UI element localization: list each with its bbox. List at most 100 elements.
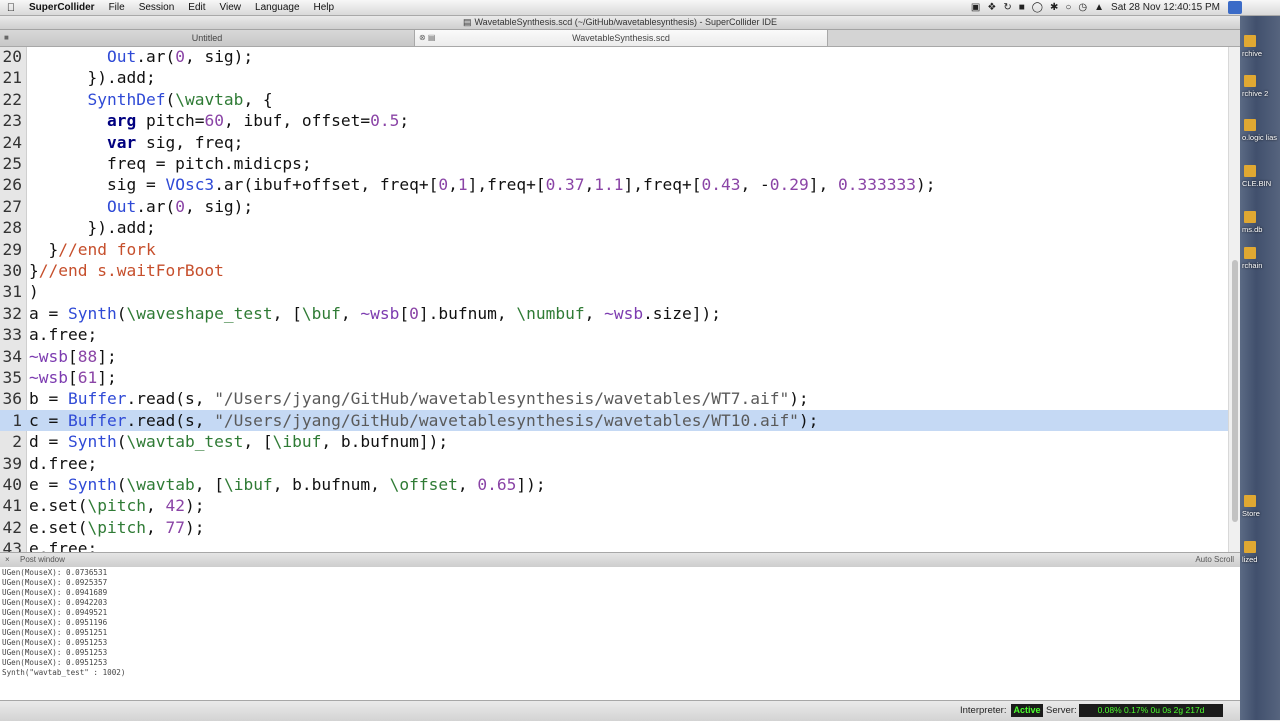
desktop-icon-label: rchive: [1242, 49, 1263, 58]
code-line[interactable]: 25 freq = pitch.midicps;: [0, 153, 1228, 174]
code-line[interactable]: 40 e = Synth(\wavtab, [\ibuf, b.bufnum, \…: [0, 474, 1228, 495]
code-line[interactable]: 23 arg pitch=60, ibuf, offset=0.5;: [0, 110, 1228, 131]
code-text[interactable]: b = Buffer.read(s, "/Users/jyang/GitHub/…: [29, 388, 809, 409]
code-line[interactable]: 20 Out.ar(0, sig);: [0, 47, 1228, 67]
code-text[interactable]: }).add;: [29, 217, 155, 238]
code-line[interactable]: 21 }).add;: [0, 67, 1228, 88]
menu-file[interactable]: File: [102, 2, 132, 13]
code-line[interactable]: 22 SynthDef(\wavtab, {: [0, 89, 1228, 110]
code-text[interactable]: Out.ar(0, sig);: [29, 196, 253, 217]
code-line[interactable]: 43 e.free;: [0, 538, 1228, 552]
code-line[interactable]: 41 e.set(\pitch, 42);: [0, 495, 1228, 516]
code-text[interactable]: d.free;: [29, 453, 97, 474]
code-text[interactable]: ~wsb[88];: [29, 346, 117, 367]
code-line[interactable]: 31): [0, 281, 1228, 302]
code-editor[interactable]: 20 Out.ar(0, sig); 21 }).add; 22 SynthDef(…: [0, 47, 1240, 552]
menu-view[interactable]: View: [213, 2, 249, 13]
server-status-badge[interactable]: 0.08% 0.17% 0u 0s 2g 217d: [1079, 704, 1223, 717]
line-number: 22: [2, 89, 23, 109]
desktop-icon[interactable]: o.logic lias: [1242, 119, 1278, 142]
line-number: 32: [2, 303, 23, 323]
code-text[interactable]: sig = VOsc3.ar(ibuf+offset, freq+[0,1],f…: [29, 174, 936, 195]
code-line[interactable]: 39 d.free;: [0, 453, 1228, 474]
tab-label: WavetableSynthesis.scd: [572, 33, 670, 43]
desktop-icon[interactable]: CLE.BIN: [1242, 165, 1278, 188]
menu-edit[interactable]: Edit: [181, 2, 212, 13]
code-text[interactable]: e.free;: [29, 538, 97, 552]
line-number: 34: [2, 346, 23, 366]
code-line[interactable]: 29 }//end fork: [0, 239, 1228, 260]
desktop-icon[interactable]: rchive: [1242, 35, 1278, 58]
code-line[interactable]: 28 }).add;: [0, 217, 1228, 238]
auto-scroll-button[interactable]: Auto Scroll: [1195, 553, 1234, 567]
code-text[interactable]: }).add;: [29, 67, 155, 88]
spotlight-icon[interactable]: [1228, 1, 1242, 14]
code-line[interactable]: 32 a = Synth(\waveshape_test, [\buf, ~wsb…: [0, 303, 1228, 324]
menu-session[interactable]: Session: [132, 2, 182, 13]
tab-close-icon[interactable]: ⊗ ▤: [419, 30, 435, 46]
code-line[interactable]: 36 b = Buffer.read(s, "/Users/jyang/GitHu…: [0, 388, 1228, 409]
close-icon[interactable]: ×: [5, 553, 10, 567]
interpreter-status-badge[interactable]: Active: [1011, 704, 1043, 717]
code-line[interactable]: 2 d = Synth(\wavtab_test, [\ibuf, b.bufnu…: [0, 431, 1228, 452]
apple-menu-icon[interactable]: : [0, 2, 22, 14]
code-line[interactable]: 27 Out.ar(0, sig);: [0, 196, 1228, 217]
wifi-icon[interactable]: ○: [1065, 2, 1071, 13]
menu-language[interactable]: Language: [248, 2, 307, 13]
menu-app[interactable]: SuperCollider: [22, 2, 102, 13]
desktop-icon[interactable]: Store: [1242, 495, 1278, 518]
clock[interactable]: Sat 28 Nov 12:40:15 PM: [1111, 2, 1220, 13]
code-text[interactable]: SynthDef(\wavtab, {: [29, 89, 272, 110]
battery-status-icon[interactable]: ◯: [1032, 2, 1043, 13]
code-text[interactable]: c = Buffer.read(s, "/Users/jyang/GitHub/…: [29, 410, 818, 431]
line-number: 25: [2, 154, 23, 173]
bluetooth-icon[interactable]: ✱: [1050, 2, 1058, 13]
folder-icon: [1244, 211, 1256, 223]
desktop-icon[interactable]: ms.db: [1242, 211, 1278, 234]
code-line[interactable]: 35 ~wsb[61];: [0, 367, 1228, 388]
code-text[interactable]: e.set(\pitch, 42);: [29, 495, 204, 516]
code-text[interactable]: freq = pitch.midicps;: [29, 153, 312, 174]
code-text[interactable]: d = Synth(\wavtab_test, [\ibuf, b.bufnum…: [29, 431, 448, 452]
sync-icon[interactable]: ↻: [1003, 2, 1011, 13]
line-number: 21: [2, 68, 23, 88]
post-window[interactable]: UGen(MouseX): 0.0736531 UGen(MouseX): 0.0…: [0, 567, 1240, 700]
line-number: 2: [12, 432, 22, 452]
code-line[interactable]: 33 a.free;: [0, 324, 1228, 345]
scrollbar-thumb[interactable]: [1232, 260, 1238, 522]
code-text[interactable]: }//end s.waitForBoot: [29, 260, 224, 281]
code-text[interactable]: a = Synth(\waveshape_test, [\buf, ~wsb[0…: [29, 303, 721, 324]
code-text[interactable]: e.set(\pitch, 77);: [29, 517, 204, 538]
code-text[interactable]: ): [29, 281, 39, 302]
code-line[interactable]: 1 c = Buffer.read(s, "/Users/jyang/GitHub…: [0, 409, 1228, 431]
volume-icon[interactable]: ▲: [1094, 2, 1104, 13]
menu-help[interactable]: Help: [307, 2, 342, 13]
line-number: 24: [2, 132, 23, 152]
time-machine-icon[interactable]: ◷: [1078, 2, 1087, 13]
code-text[interactable]: Out.ar(0, sig);: [29, 47, 253, 67]
code-text[interactable]: }//end fork: [29, 239, 155, 260]
code-line[interactable]: 42 e.set(\pitch, 77);: [0, 517, 1228, 538]
code-line[interactable]: 30}//end s.waitForBoot: [0, 260, 1228, 281]
line-number: 39: [2, 453, 23, 473]
tab-untitled[interactable]: ■ Untitled: [0, 30, 415, 46]
dropbox-icon[interactable]: ❖: [987, 2, 996, 13]
code-text[interactable]: var sig, freq;: [29, 132, 243, 153]
line-number: 26: [2, 175, 23, 195]
display-icon[interactable]: ▣: [971, 2, 980, 13]
tab-close-icon[interactable]: ■: [4, 30, 9, 46]
desktop-icon[interactable]: rchive 2: [1242, 75, 1278, 98]
code-text[interactable]: a.free;: [29, 324, 97, 345]
code-line[interactable]: 24 var sig, freq;: [0, 132, 1228, 153]
post-line: UGen(MouseX): 0.0949521: [2, 608, 108, 617]
desktop-icon[interactable]: lized: [1242, 541, 1278, 564]
code-line[interactable]: 26 sig = VOsc3.ar(ibuf+offset, freq+[0,1…: [0, 174, 1228, 195]
code-text[interactable]: e = Synth(\wavtab, [\ibuf, b.bufnum, \of…: [29, 474, 546, 495]
tab-wavetable-synthesis[interactable]: ⊗ ▤ WavetableSynthesis.scd: [415, 30, 828, 46]
editor-scrollbar[interactable]: [1228, 47, 1240, 552]
code-text[interactable]: ~wsb[61];: [29, 367, 117, 388]
code-text[interactable]: arg pitch=60, ibuf, offset=0.5;: [29, 110, 409, 131]
app-icon[interactable]: ■: [1019, 2, 1025, 13]
code-line[interactable]: 34 ~wsb[88];: [0, 346, 1228, 367]
desktop-icon[interactable]: rchain: [1242, 247, 1278, 270]
